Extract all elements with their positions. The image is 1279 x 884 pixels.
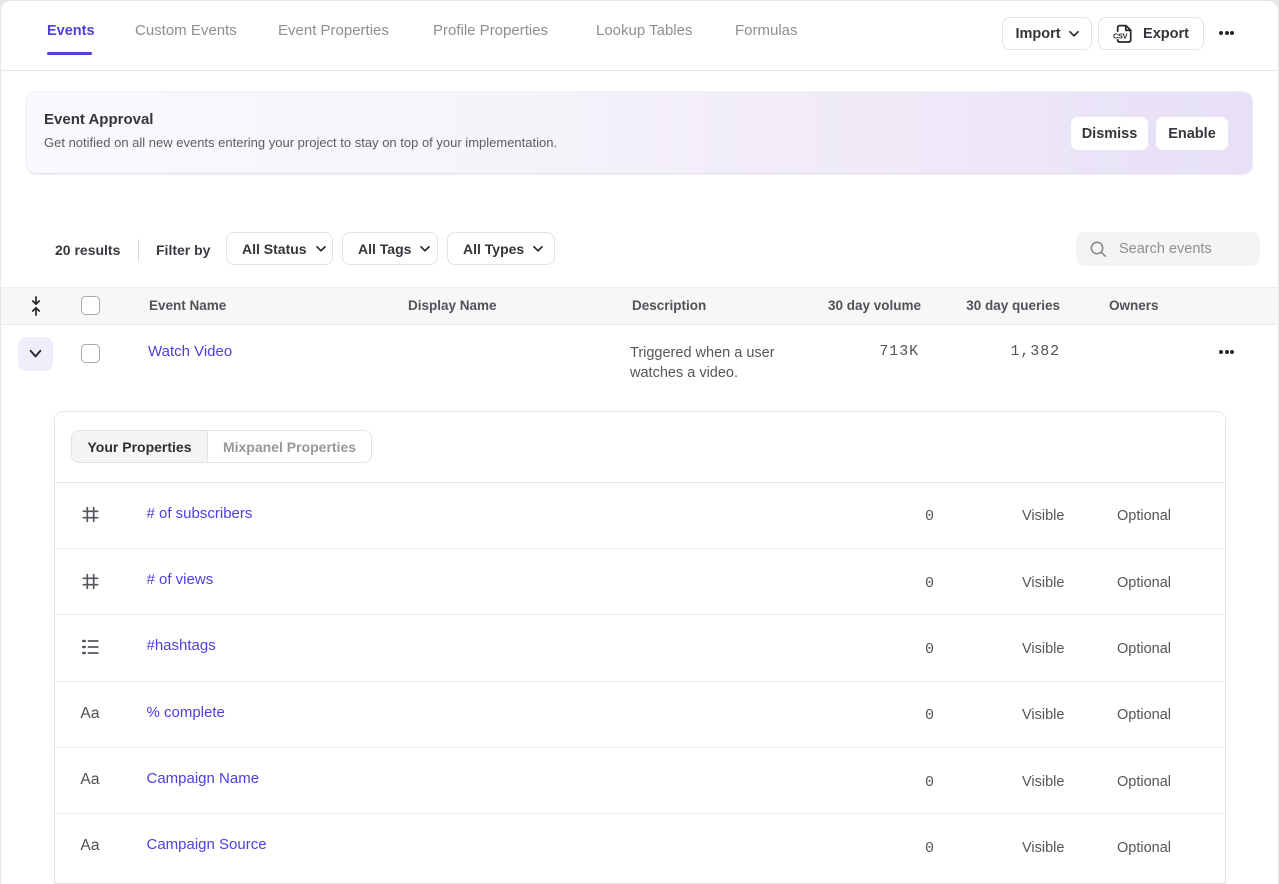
svg-text:CSV: CSV xyxy=(1113,31,1128,40)
